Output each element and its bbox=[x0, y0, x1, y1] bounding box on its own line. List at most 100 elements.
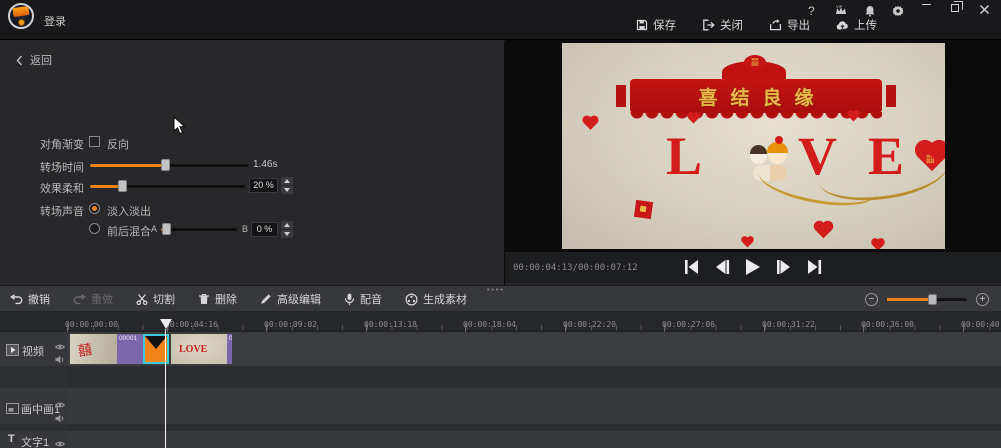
export-button[interactable]: 导出 bbox=[769, 17, 810, 33]
ruler-mark: 00:00:31:22 bbox=[762, 314, 815, 332]
mix-value-box[interactable]: 0 % bbox=[251, 222, 278, 237]
heart-decoration bbox=[816, 223, 832, 239]
undo-button[interactable]: 撤销 bbox=[10, 291, 50, 307]
minimize-button[interactable] bbox=[922, 4, 931, 5]
ruler-mark: 00:00:22:20 bbox=[563, 314, 616, 332]
video-track-mute-toggle[interactable] bbox=[55, 351, 65, 369]
export-share-icon bbox=[769, 19, 782, 31]
playhead-handle[interactable] bbox=[160, 319, 172, 329]
mix-slider-handle[interactable] bbox=[162, 223, 171, 235]
panel-resize-handle[interactable]: •••• bbox=[487, 287, 505, 294]
step-forward-button[interactable] bbox=[776, 260, 791, 274]
clip2-body[interactable]: 00 bbox=[227, 334, 232, 364]
softness-slider-handle[interactable] bbox=[118, 180, 127, 192]
upload-button[interactable]: 上传 bbox=[836, 17, 877, 33]
microphone-icon bbox=[344, 293, 355, 306]
play-button[interactable] bbox=[746, 259, 760, 275]
mix-radio[interactable] bbox=[89, 223, 100, 234]
generate-material-button[interactable]: 生成素材 bbox=[405, 291, 467, 307]
ruler-mark: 00:00:09:02 bbox=[264, 314, 317, 332]
skip-end-button[interactable] bbox=[807, 260, 822, 274]
timeline-tracks: 视频 画中画1 T 文字1 bbox=[0, 332, 1001, 448]
mix-spin-down-button[interactable] bbox=[281, 230, 293, 238]
close-window-button[interactable] bbox=[979, 4, 990, 18]
pencil-icon bbox=[260, 293, 272, 305]
fade-option-label: 淡入淡出 bbox=[107, 203, 151, 219]
softness-spin-down-button[interactable] bbox=[281, 186, 293, 194]
settings-gear-icon[interactable] bbox=[891, 4, 905, 22]
video-viewport[interactable]: 囍 喜结良缘 L V E 囍 bbox=[505, 40, 1001, 252]
ruler-mark: 00:00:27:06 bbox=[662, 314, 715, 332]
save-button[interactable]: 保存 bbox=[636, 17, 676, 33]
text-track-visibility-toggle[interactable] bbox=[55, 435, 65, 448]
app-window: 登录 ? VIP 保存 bbox=[0, 0, 1001, 448]
zoom-slider[interactable] bbox=[887, 298, 967, 301]
softness-value-box[interactable]: 20 % bbox=[249, 178, 278, 193]
love-letter-l: L bbox=[666, 125, 702, 187]
ruler-mark: 00:00:04:16 bbox=[165, 314, 218, 332]
playhead-line bbox=[165, 329, 166, 448]
undo-icon bbox=[10, 294, 23, 305]
zoom-slider-handle[interactable] bbox=[928, 294, 937, 305]
pip-track-icon bbox=[6, 401, 19, 419]
pip-track-lane[interactable] bbox=[68, 388, 1001, 424]
advanced-edit-button[interactable]: 高级编辑 bbox=[260, 291, 321, 307]
clip2-thumbnail[interactable]: LOVE bbox=[171, 334, 227, 364]
dub-button[interactable]: 配音 bbox=[344, 291, 382, 307]
text-track-lane[interactable] bbox=[68, 431, 1001, 448]
cut-button[interactable]: 切割 bbox=[136, 291, 175, 307]
restore-button[interactable] bbox=[951, 4, 959, 12]
film-reel-icon bbox=[405, 293, 418, 306]
text-track-icon: T bbox=[8, 433, 15, 445]
reverse-label: 反向 bbox=[107, 136, 129, 152]
close-project-button[interactable]: 关闭 bbox=[702, 17, 743, 33]
preview-panel: 囍 喜结良缘 L V E 囍 bbox=[505, 40, 1001, 283]
mix-a-label: A bbox=[151, 224, 157, 234]
video-frame: 囍 喜结良缘 L V E 囍 bbox=[562, 43, 945, 249]
back-button[interactable]: 返回 bbox=[16, 52, 52, 68]
duration-slider-handle[interactable] bbox=[161, 159, 170, 171]
banner-text: 喜结良缘 bbox=[685, 83, 826, 110]
save-icon bbox=[636, 19, 648, 31]
softness-label: 效果柔和 bbox=[40, 180, 84, 196]
ruler-mark: 00:00:40:24 bbox=[961, 314, 1001, 332]
heart-decoration bbox=[584, 117, 597, 130]
zoom-slider-fill bbox=[887, 298, 932, 301]
skip-start-button[interactable] bbox=[684, 260, 699, 274]
scissors-icon bbox=[136, 293, 148, 305]
duration-value: 1.46s bbox=[253, 159, 277, 170]
mix-spinner bbox=[281, 221, 293, 238]
softness-spin-up-button[interactable] bbox=[281, 177, 293, 185]
fade-radio[interactable] bbox=[89, 203, 100, 214]
sound-label: 转场声音 bbox=[40, 203, 84, 219]
step-back-button[interactable] bbox=[715, 260, 730, 274]
project-actions: 保存 关闭 导出 上传 bbox=[636, 16, 877, 34]
exit-door-icon bbox=[702, 19, 715, 31]
video-track-icon bbox=[6, 343, 19, 361]
app-logo-icon[interactable] bbox=[8, 3, 34, 29]
redo-button[interactable]: 重做 bbox=[73, 291, 113, 307]
timeline-zoom-control: − + bbox=[865, 286, 989, 312]
transition-settings-panel: 返回 对角渐变 反向 转场时间 1.46s 效果柔和 20 % 转场声音 淡入淡… bbox=[0, 41, 505, 285]
mix-slider[interactable] bbox=[161, 228, 237, 231]
delete-button[interactable]: 删除 bbox=[198, 291, 237, 307]
video-track-header: 视频 bbox=[0, 332, 68, 366]
duration-slider-fill bbox=[90, 164, 166, 167]
clip1-body[interactable]: 00001 bbox=[117, 334, 143, 364]
clip1-thumbnail[interactable]: 囍 bbox=[70, 334, 117, 364]
text-track-header: T 文字1 bbox=[0, 431, 68, 448]
mix-b-label: B bbox=[242, 224, 248, 234]
duration-label: 转场时间 bbox=[40, 159, 84, 175]
login-button[interactable]: 登录 bbox=[44, 13, 66, 29]
zoom-in-button[interactable]: + bbox=[976, 293, 989, 306]
pip-track-mute-toggle[interactable] bbox=[55, 410, 65, 428]
zoom-out-button[interactable]: − bbox=[865, 293, 878, 306]
softness-spinner bbox=[281, 177, 293, 194]
reverse-checkbox[interactable] bbox=[89, 136, 100, 147]
diagonal-gradient-label: 对角渐变 bbox=[40, 136, 84, 152]
titlebar: 登录 ? VIP 保存 bbox=[0, 0, 1001, 40]
mix-spin-up-button[interactable] bbox=[281, 221, 293, 229]
softness-slider[interactable] bbox=[90, 185, 245, 188]
mix-option-label: 前后混合 bbox=[107, 223, 151, 239]
timeline-ruler[interactable]: 00:00:00:00 00:00:04:16 00:00:09:02 00:0… bbox=[0, 311, 1001, 332]
